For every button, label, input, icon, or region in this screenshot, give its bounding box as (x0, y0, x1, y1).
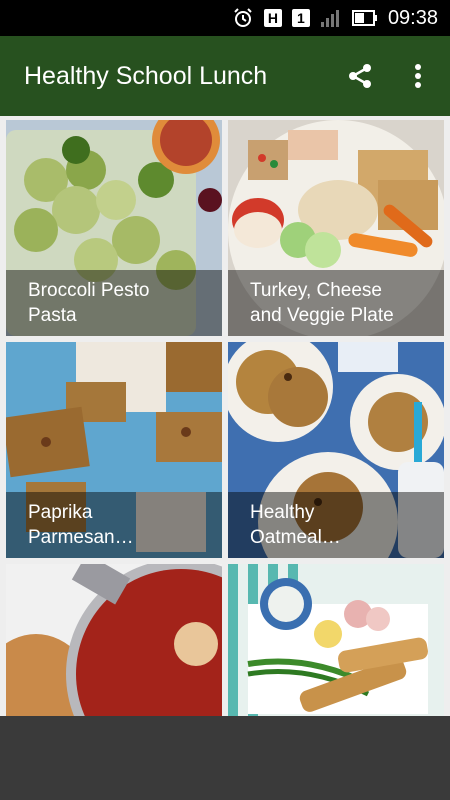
recipe-caption: Turkey, Cheese and Veggie Plate (228, 270, 444, 336)
app-title: Healthy School Lunch (24, 62, 268, 90)
recipe-grid: Broccoli Pesto Pasta Turkey, Cheese and … (0, 116, 450, 716)
recipe-card-5[interactable] (6, 564, 222, 716)
recipe-caption: Broccoli Pesto Pasta (6, 270, 222, 336)
app-bar: Healthy School Lunch (0, 36, 450, 116)
recipe-card-6[interactable] (228, 564, 444, 716)
signal-icon (320, 8, 342, 28)
recipe-image (6, 564, 222, 716)
recipe-title-line1: Paprika (28, 502, 93, 523)
alarm-icon (232, 7, 254, 29)
more-options-button[interactable] (400, 56, 436, 96)
status-bar: H 1 09:38 (0, 0, 450, 36)
recipe-title-line2: Pasta (28, 305, 77, 326)
share-icon (349, 64, 371, 88)
sim-1-icon: 1 (291, 9, 310, 27)
recipe-caption: Healthy Oatmeal… (228, 492, 444, 558)
more-vert-icon (415, 64, 421, 88)
recipe-title-line2: Oatmeal… (250, 527, 341, 548)
bottom-area (0, 716, 450, 800)
recipe-image (228, 564, 444, 716)
recipe-card-paprika-parmesan[interactable]: Paprika Parmesan… (6, 342, 222, 558)
recipe-title-line2: Parmesan… (28, 527, 134, 548)
recipe-card-turkey-cheese-veggie-plate[interactable]: Turkey, Cheese and Veggie Plate (228, 120, 444, 336)
recipe-card-healthy-oatmeal[interactable]: Healthy Oatmeal… (228, 342, 444, 558)
h-network-icon: H (263, 9, 282, 27)
recipe-title-line1: Broccoli Pesto (28, 280, 150, 301)
battery-icon (351, 9, 378, 27)
recipe-title-line1: Turkey, Cheese (250, 280, 382, 301)
clock-time: 09:38 (387, 6, 438, 29)
recipe-card-broccoli-pesto-pasta[interactable]: Broccoli Pesto Pasta (6, 120, 222, 336)
recipe-title-line1: Healthy (250, 502, 315, 523)
share-button[interactable] (340, 56, 380, 96)
recipe-caption: Paprika Parmesan… (6, 492, 222, 558)
recipe-title-line2: and Veggie Plate (250, 305, 394, 326)
